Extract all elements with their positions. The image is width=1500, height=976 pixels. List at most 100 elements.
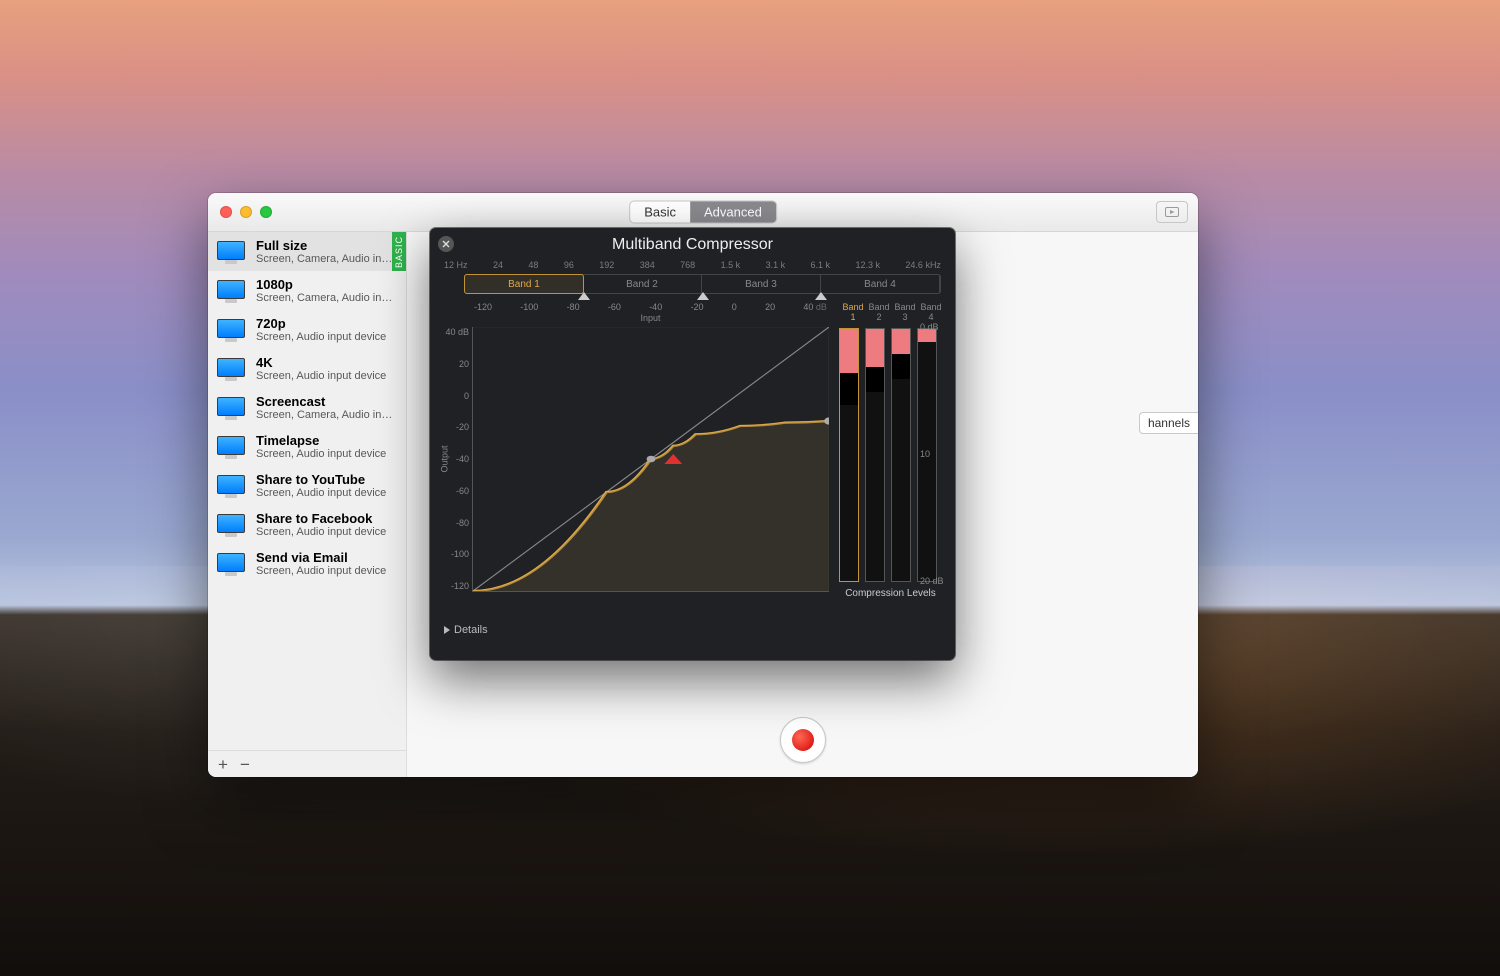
y-tick: -40 <box>443 454 469 464</box>
preset-subtitle: Screen, Audio input device <box>256 331 386 343</box>
preset-subtitle: Screen, Camera, Audio input… <box>256 409 396 421</box>
y-tick: 0 <box>443 391 469 401</box>
monitor-icon <box>216 357 246 381</box>
details-label: Details <box>454 624 488 636</box>
monitor-icon <box>216 240 246 264</box>
tab-basic[interactable]: Basic <box>630 202 690 223</box>
preset-title: Timelapse <box>256 433 386 448</box>
preset-item[interactable]: 4K Screen, Audio input device <box>208 349 406 388</box>
gain-reduction-meter[interactable] <box>865 328 885 582</box>
meter-header[interactable]: Band 4 <box>920 302 942 322</box>
minimize-window-button[interactable] <box>240 206 252 218</box>
freq-label: 6.1 k <box>811 260 831 270</box>
meter-scale: 0 dB 10 20 dB <box>920 322 944 586</box>
close-window-button[interactable] <box>220 206 232 218</box>
preset-title: 4K <box>256 355 386 370</box>
x-tick: 40 dB <box>803 302 827 312</box>
freq-label: 384 <box>640 260 655 270</box>
preset-item[interactable]: 1080p Screen, Camera, Audio input… <box>208 271 406 310</box>
remove-preset-button[interactable]: − <box>240 756 250 773</box>
x-axis-labels: -120-100-80-60-40-2002040 dB <box>472 302 829 312</box>
meter-scale-tick: 20 dB <box>920 576 944 586</box>
add-preset-button[interactable]: + <box>218 756 228 773</box>
x-tick: -20 <box>690 302 703 312</box>
monitor-icon <box>216 396 246 420</box>
x-tick: -60 <box>608 302 621 312</box>
crossover-handle-2[interactable] <box>697 292 709 300</box>
monitor-icon <box>216 435 246 459</box>
freq-label: 96 <box>564 260 574 270</box>
preset-subtitle: Screen, Audio input device <box>256 487 386 499</box>
x-tick: 20 <box>765 302 775 312</box>
monitor-icon <box>216 279 246 303</box>
crossover-handle-3[interactable] <box>815 292 827 300</box>
details-disclosure[interactable]: Details <box>430 620 955 644</box>
compressor-panel: Multiband Compressor 12 Hz24489619238476… <box>430 228 955 660</box>
meter-header[interactable]: Band 2 <box>868 302 890 322</box>
x-axis-title: Input <box>472 313 829 323</box>
basic-badge: BASIC <box>392 232 406 271</box>
titlebar: Basic Advanced <box>208 193 1198 232</box>
tab-advanced[interactable]: Advanced <box>690 202 776 223</box>
compressor-title: Multiband Compressor <box>430 228 955 254</box>
preset-item[interactable]: Screencast Screen, Camera, Audio input… <box>208 388 406 427</box>
y-tick: -100 <box>443 549 469 559</box>
close-panel-button[interactable] <box>438 236 454 252</box>
meter-headers: Band 1Band 2Band 3Band 4 <box>842 302 942 322</box>
monitor-icon <box>216 552 246 576</box>
y-axis-labels: 40 dB200-20-40-60-80-100-120 <box>443 327 469 591</box>
y-tick: -60 <box>443 486 469 496</box>
preset-list: Full size Screen, Camera, Audio input… B… <box>208 232 406 750</box>
mode-segmented-control: Basic Advanced <box>629 201 777 224</box>
compression-meters: Band 1Band 2Band 3Band 4 0 dB1020 dB Com… <box>839 302 942 616</box>
freq-label: 12.3 k <box>855 260 880 270</box>
freq-label: 3.1 k <box>766 260 786 270</box>
preset-item[interactable]: Timelapse Screen, Audio input device <box>208 427 406 466</box>
freq-label: 24 <box>493 260 503 270</box>
window-controls <box>220 206 272 218</box>
transfer-graph: -120-100-80-60-40-2002040 dB Input Outpu… <box>472 302 829 616</box>
y-tick: 20 <box>443 359 469 369</box>
preset-title: 1080p <box>256 277 396 292</box>
meter-header[interactable]: Band 1 <box>842 302 864 322</box>
preset-sidebar: Full size Screen, Camera, Audio input… B… <box>208 232 407 777</box>
monitor-icon <box>216 513 246 537</box>
band-tab[interactable]: Band 1 <box>464 274 584 294</box>
x-tick: -40 <box>649 302 662 312</box>
preset-subtitle: Screen, Camera, Audio input… <box>256 253 396 265</box>
preset-item[interactable]: Share to Facebook Screen, Audio input de… <box>208 505 406 544</box>
freq-label: 24.6 kHz <box>905 260 941 270</box>
preset-subtitle: Screen, Audio input device <box>256 526 386 538</box>
preset-title: Share to YouTube <box>256 472 386 487</box>
preset-subtitle: Screen, Camera, Audio input… <box>256 292 396 304</box>
preset-item[interactable]: Share to YouTube Screen, Audio input dev… <box>208 466 406 505</box>
preset-item[interactable]: Full size Screen, Camera, Audio input… B… <box>208 232 406 271</box>
meter-header[interactable]: Band 3 <box>894 302 916 322</box>
record-button[interactable] <box>780 717 826 763</box>
preset-subtitle: Screen, Audio input device <box>256 565 386 577</box>
meter-scale-tick: 0 dB <box>920 322 944 332</box>
monitor-icon <box>216 474 246 498</box>
preset-title: Share to Facebook <box>256 511 386 526</box>
channels-dropdown-partial[interactable]: hannels <box>1139 412 1198 434</box>
y-tick: 40 dB <box>443 327 469 337</box>
transfer-plot[interactable]: Output 40 dB200-20-40-60-80-100-120 <box>472 327 829 592</box>
frequency-scale: 12 Hz2448961923847681.5 k3.1 k6.1 k12.3 … <box>430 254 955 272</box>
preset-title: Send via Email <box>256 550 386 565</box>
preset-title: 720p <box>256 316 386 331</box>
preset-list-footer: + − <box>208 750 406 777</box>
zoom-window-button[interactable] <box>260 206 272 218</box>
gain-reduction-meter[interactable] <box>839 328 859 582</box>
display-output-button[interactable] <box>1156 201 1188 223</box>
freq-label: 192 <box>599 260 614 270</box>
preset-item[interactable]: Send via Email Screen, Audio input devic… <box>208 544 406 583</box>
band-tab[interactable]: Band 2 <box>583 275 702 293</box>
preset-item[interactable]: 720p Screen, Audio input device <box>208 310 406 349</box>
display-icon <box>1165 207 1179 217</box>
band-tab[interactable]: Band 3 <box>702 275 821 293</box>
meter-scale-tick: 10 <box>920 449 944 459</box>
band-tab[interactable]: Band 4 <box>821 275 940 293</box>
disclosure-triangle-icon <box>444 626 450 634</box>
close-icon <box>442 240 450 248</box>
gain-reduction-meter[interactable] <box>891 328 911 582</box>
